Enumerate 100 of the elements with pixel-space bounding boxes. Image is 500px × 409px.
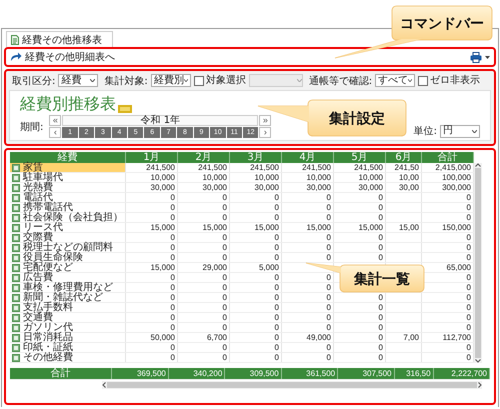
table-cell: 0 xyxy=(334,342,386,352)
last-button[interactable]: » xyxy=(259,115,272,126)
table-cell: 0 xyxy=(178,312,230,322)
table-cell: 0 xyxy=(178,202,230,212)
total-cell: 307,500 xyxy=(338,368,394,380)
table-row-header[interactable]: 宅配便など xyxy=(10,262,126,272)
document-tab[interactable]: 経費その他推移表 xyxy=(6,31,113,47)
filter-label: 取引区分: xyxy=(12,74,56,88)
table-cell: 10,000 xyxy=(230,172,282,182)
table-cell: 6,700 xyxy=(178,332,230,342)
first-button[interactable]: « xyxy=(49,115,62,126)
table-row-header[interactable]: 光熱費 xyxy=(10,182,126,192)
total-cell: 309,500 xyxy=(224,368,282,380)
scrollbar[interactable] xyxy=(102,381,482,389)
table-row-header[interactable]: その他経費 xyxy=(10,352,126,362)
dropdown[interactable]: 円 xyxy=(440,124,480,138)
table-cell: 0 xyxy=(422,302,474,312)
table-cell: 15,000 xyxy=(282,222,334,232)
link[interactable]: 経費その他明細表へ xyxy=(25,50,115,64)
caret-icon xyxy=(296,79,302,82)
table-cell: 0 xyxy=(334,252,386,262)
table-cell: 0 xyxy=(230,292,282,302)
next-button[interactable]: › xyxy=(259,127,272,138)
table-row-header[interactable]: 広告費 xyxy=(10,272,126,282)
table-row-header[interactable]: 家賃 xyxy=(10,163,126,172)
dropdown[interactable]: 経費 xyxy=(58,74,98,87)
table-cell: 0 xyxy=(422,292,474,302)
table-cell: 2,415,000 xyxy=(422,163,474,172)
table-row-header[interactable]: 支払手数料 xyxy=(10,302,126,312)
table-cell: 0 xyxy=(334,242,386,252)
column-header: 5月 xyxy=(334,152,386,163)
unit-label: 単位: xyxy=(414,125,437,138)
table-row-header[interactable]: 印紙・証紙 xyxy=(10,342,126,352)
table-cell: 0 xyxy=(334,352,386,362)
table-cell: 0 xyxy=(282,322,334,332)
table-cell: 0 xyxy=(282,302,334,312)
checkbox[interactable]: ゼロ非表示 xyxy=(418,76,480,86)
table-cell: 0 xyxy=(282,252,334,262)
table-cell: 10,000 xyxy=(178,172,230,182)
table-cell: 0 xyxy=(282,272,334,282)
table-cell: 0 xyxy=(126,272,178,282)
total-cell: 340,200 xyxy=(168,368,225,380)
table-cell: 15,000 xyxy=(230,222,282,232)
table-row-header[interactable]: 車検・修理費用など xyxy=(10,282,126,292)
table-cell: 0 xyxy=(178,252,230,262)
table-cell: 0 xyxy=(334,322,386,332)
scrollbar[interactable] xyxy=(474,163,482,363)
table-cell: 0 xyxy=(178,292,230,302)
table-cell: 112,700 xyxy=(422,332,474,342)
dropdown[interactable]: 経費別 xyxy=(150,74,191,87)
table-cell: 30,000 xyxy=(126,182,178,192)
table-row-header[interactable]: 交通費 xyxy=(10,312,126,322)
table-cell: 0 xyxy=(126,192,178,202)
total-cell: 369,500 xyxy=(112,368,168,380)
checkbox[interactable]: 対象選択 xyxy=(194,76,246,86)
table-cell: 100,000 xyxy=(422,172,474,182)
table-cell: 0 xyxy=(126,252,178,262)
table-cell: 0 xyxy=(282,192,334,202)
table-row-header[interactable]: 交際費 xyxy=(10,232,126,242)
table-cell: 0 xyxy=(230,232,282,242)
table-cell: 0 xyxy=(178,232,230,242)
table-cell: 0 xyxy=(230,352,282,362)
table-cell: 0 xyxy=(334,332,386,342)
table-cell: 241,500 xyxy=(282,163,334,172)
table-row-header[interactable]: 電話代 xyxy=(10,192,126,202)
table-cell: 15,000 xyxy=(178,222,230,232)
table-cell: 0 xyxy=(422,202,474,212)
table-cell: 0 xyxy=(126,352,178,362)
table-cell: 0 xyxy=(178,242,230,252)
column-header: 3月 xyxy=(230,152,282,163)
callout: コマンドバー xyxy=(334,6,492,58)
table-row-header[interactable]: 新聞・雑誌代など xyxy=(10,292,126,302)
table-cell: 0 xyxy=(282,292,334,302)
table-cell: 10,000 xyxy=(334,172,386,182)
table-cell: 241,500 xyxy=(334,163,386,172)
table-row-header[interactable]: リース代 xyxy=(10,222,126,232)
total-label: 合計 xyxy=(10,368,112,380)
table-cell: 15,000 xyxy=(334,222,386,232)
document-icon xyxy=(11,34,19,44)
table-row-header[interactable]: 駐車場代 xyxy=(10,172,126,182)
table-cell: 0 xyxy=(282,242,334,252)
previous-button[interactable]: ‹ xyxy=(49,127,62,138)
column-header: 6月 xyxy=(386,152,422,163)
dropdown[interactable]: すべて xyxy=(375,74,416,87)
table-row-header[interactable]: 携帯電話代 xyxy=(10,202,126,212)
table-cell: 0 xyxy=(230,192,282,202)
table-cell: 0 xyxy=(422,232,474,242)
table-cell: 5,000 xyxy=(230,262,282,272)
table-cell: 10,00 xyxy=(386,172,422,182)
table-row-header[interactable]: 社会保険（会社負担） xyxy=(10,212,126,222)
table-row-header[interactable]: 日常消耗品 xyxy=(10,332,126,342)
table-cell: 0 xyxy=(282,312,334,322)
table-cell: 0 xyxy=(282,282,334,292)
table-cell: 29,000 xyxy=(178,262,230,272)
table-cell: 0 xyxy=(126,212,178,222)
table-cell: 0 xyxy=(230,272,282,282)
table-row-header[interactable]: ガソリン代 xyxy=(10,322,126,332)
column-header: 4月 xyxy=(282,152,334,163)
table-row-header[interactable]: 税理士などの顧問料 xyxy=(10,242,126,252)
table-row-header[interactable]: 役員生命保険 xyxy=(10,252,126,262)
